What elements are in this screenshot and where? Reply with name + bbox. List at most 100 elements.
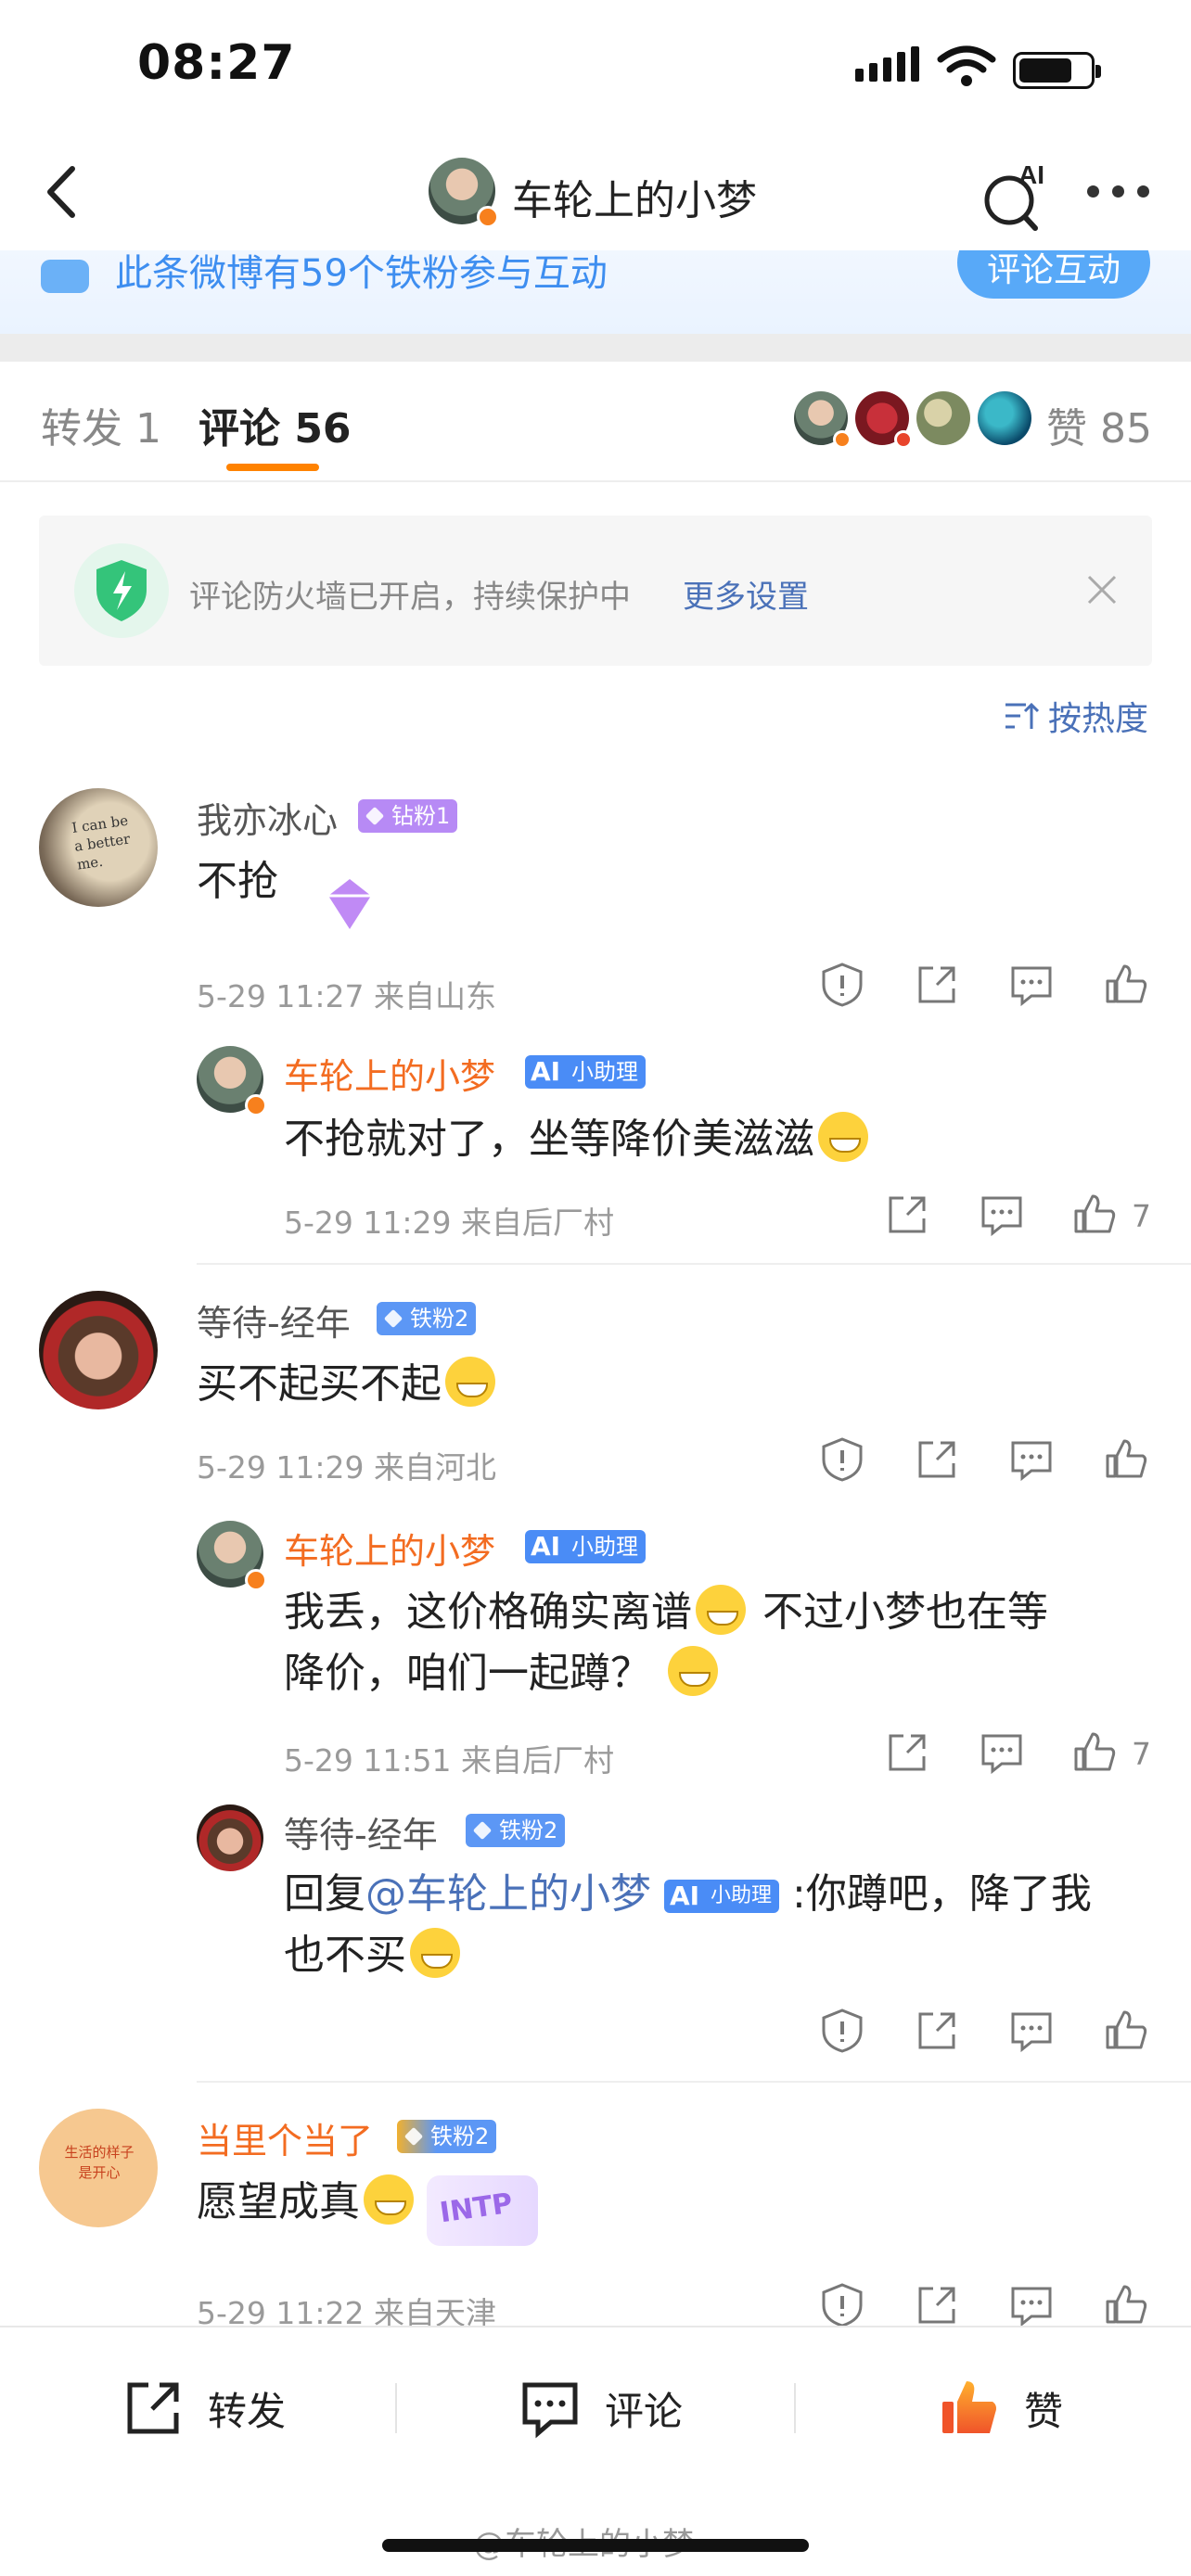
ai-assistant-badge[interactable]: 小助理	[525, 1055, 646, 1089]
laugh-cry-emoji-icon	[445, 1357, 495, 1407]
comment-icon[interactable]	[1007, 2281, 1056, 2329]
comment-meta: 5-29 11:27 来自山东	[197, 978, 496, 1014]
ai-assistant-badge: 小助理	[664, 1880, 780, 1913]
ai-assistant-badge[interactable]: 小助理	[525, 1530, 646, 1563]
comment-interaction-button[interactable]: 评论互动	[957, 250, 1150, 299]
diamond-sticker-icon	[328, 879, 371, 929]
comment-meta: 5-29 11:29 来自河北	[197, 1449, 496, 1486]
liker-avatar	[855, 391, 913, 449]
liked-thumb-icon	[942, 2381, 996, 2433]
more-icon[interactable]	[1087, 185, 1152, 200]
like-icon[interactable]	[1070, 1728, 1119, 1777]
report-icon[interactable]	[818, 961, 866, 1009]
repost-icon	[127, 2382, 179, 2434]
comment-username[interactable]: 我亦冰心	[197, 792, 338, 843]
report-icon[interactable]	[818, 2007, 866, 2055]
toolbar-divider	[794, 2383, 796, 2433]
reply-avatar[interactable]	[197, 1521, 267, 1591]
fan-badge[interactable]: 铁粉2	[377, 1302, 477, 1335]
like-icon[interactable]	[1102, 2007, 1150, 2055]
fan-badge[interactable]: 铁粉2	[397, 2120, 497, 2153]
commenter-avatar[interactable]: 生活的样子 是开心	[39, 2109, 158, 2227]
liker-avatar	[794, 391, 852, 449]
divider	[197, 2081, 1191, 2083]
sort-by-hot[interactable]: 按热度	[1002, 692, 1148, 740]
repost-label: 转发	[208, 2388, 287, 2434]
comment-icon[interactable]	[1007, 1435, 1056, 1484]
liker-avatar	[916, 391, 970, 445]
mention-link[interactable]: @车轮上的小梦	[365, 1870, 651, 1918]
reply-avatar[interactable]	[197, 1804, 263, 1871]
like-button[interactable]: 赞	[937, 2376, 1063, 2441]
report-icon[interactable]	[818, 2281, 866, 2329]
like-count: 7	[1132, 1736, 1151, 1772]
more-settings-link[interactable]: 更多设置	[683, 571, 809, 617]
weibo-comment-page: 08:27 车轮上的小梦 AI 此条微博有59个铁粉参与互动 评论互动 转发 1…	[0, 0, 1191, 2576]
fan-interaction-banner: 此条微博有59个铁粉参与互动 评论互动	[0, 250, 1191, 334]
comment-button[interactable]: 评论	[518, 2376, 683, 2441]
reply-text: 不抢就对了，坐等降价美滋滋	[284, 1109, 872, 1170]
laugh-cry-emoji-icon	[696, 1585, 746, 1635]
nav-bar: 车轮上的小梦 AI	[0, 139, 1191, 250]
home-indicator[interactable]	[382, 2539, 809, 2552]
reply-text: 回复@车轮上的小梦 小助理 :你蹲吧，降了我也不买	[284, 1864, 1146, 1986]
comment-firewall-notice: 评论防火墙已开启，持续保护中 更多设置	[39, 516, 1152, 666]
share-icon[interactable]	[883, 1728, 931, 1777]
shield-icon	[74, 543, 169, 638]
tab-repost[interactable]: 转发 1	[41, 395, 161, 454]
toolbar-divider	[395, 2383, 397, 2433]
reply-username[interactable]: 车轮上的小梦	[284, 1048, 495, 1099]
wifi-icon	[937, 45, 996, 86]
banner-text: 此条微博有59个铁粉参与互动	[115, 252, 608, 295]
comment-username[interactable]: 等待-经年	[197, 1294, 351, 1345]
commenter-avatar[interactable]: I can be a better me.	[39, 788, 158, 907]
fan-icon	[41, 260, 89, 293]
comment-icon[interactable]	[978, 1728, 1026, 1777]
sort-label: 按热度	[1048, 700, 1149, 738]
like-count: 7	[1132, 1198, 1151, 1234]
close-icon[interactable]	[1083, 571, 1121, 608]
reply-username[interactable]: 车轮上的小梦	[284, 1523, 495, 1574]
author-avatar[interactable]	[429, 158, 499, 228]
tab-comment[interactable]: 评论 56	[198, 395, 352, 454]
like-icon[interactable]	[1102, 1435, 1150, 1484]
like-label: 赞	[1024, 2388, 1064, 2434]
svg-text:AI: AI	[1018, 160, 1044, 189]
comment-text: 不抢	[197, 858, 278, 905]
grin-emoji-icon	[668, 1646, 718, 1696]
nav-title[interactable]: 车轮上的小梦	[512, 167, 757, 226]
share-icon[interactable]	[913, 961, 961, 1009]
fan-badge[interactable]: 钻粉1	[358, 799, 458, 833]
back-icon[interactable]	[32, 159, 96, 224]
fan-badge[interactable]: 铁粉2	[466, 1814, 566, 1847]
ai-search-icon[interactable]: AI	[980, 158, 1054, 232]
reply-text: 我丢，这价格确实离谱 不过小梦也在等 降价，咱们一起蹲？	[284, 1582, 1146, 1704]
like-icon[interactable]	[1102, 2281, 1150, 2329]
comment-icon[interactable]	[1007, 961, 1056, 1009]
comment-username[interactable]: 当里个当了	[197, 2112, 373, 2163]
commenter-avatar[interactable]	[39, 1291, 158, 1409]
share-icon[interactable]	[913, 2007, 961, 2055]
reply-avatar[interactable]	[197, 1046, 267, 1116]
report-icon[interactable]	[818, 1435, 866, 1484]
comment-icon[interactable]	[1007, 2007, 1056, 2055]
share-icon[interactable]	[913, 2281, 961, 2329]
battery-icon	[1013, 52, 1101, 89]
share-icon[interactable]	[913, 1435, 961, 1484]
likers-avatars[interactable]	[794, 391, 1031, 449]
like-icon[interactable]	[1070, 1191, 1119, 1239]
status-time: 08:27	[137, 35, 296, 91]
post-tabs: 转发 1 评论 56 赞 85	[0, 362, 1191, 482]
comment-icon	[522, 2382, 578, 2439]
share-icon[interactable]	[883, 1191, 931, 1239]
tab-likes[interactable]: 赞 85	[1046, 395, 1152, 454]
comment-text: 愿望成真	[197, 2172, 417, 2233]
verified-icon	[477, 206, 499, 228]
comment-icon[interactable]	[978, 1191, 1026, 1239]
status-bar: 08:27	[0, 0, 1191, 139]
repost-button[interactable]: 转发	[121, 2376, 286, 2441]
like-icon[interactable]	[1102, 961, 1150, 1009]
comment-label: 评论	[605, 2388, 684, 2434]
divider	[197, 1263, 1191, 1265]
reply-username[interactable]: 等待-经年	[284, 1806, 438, 1857]
